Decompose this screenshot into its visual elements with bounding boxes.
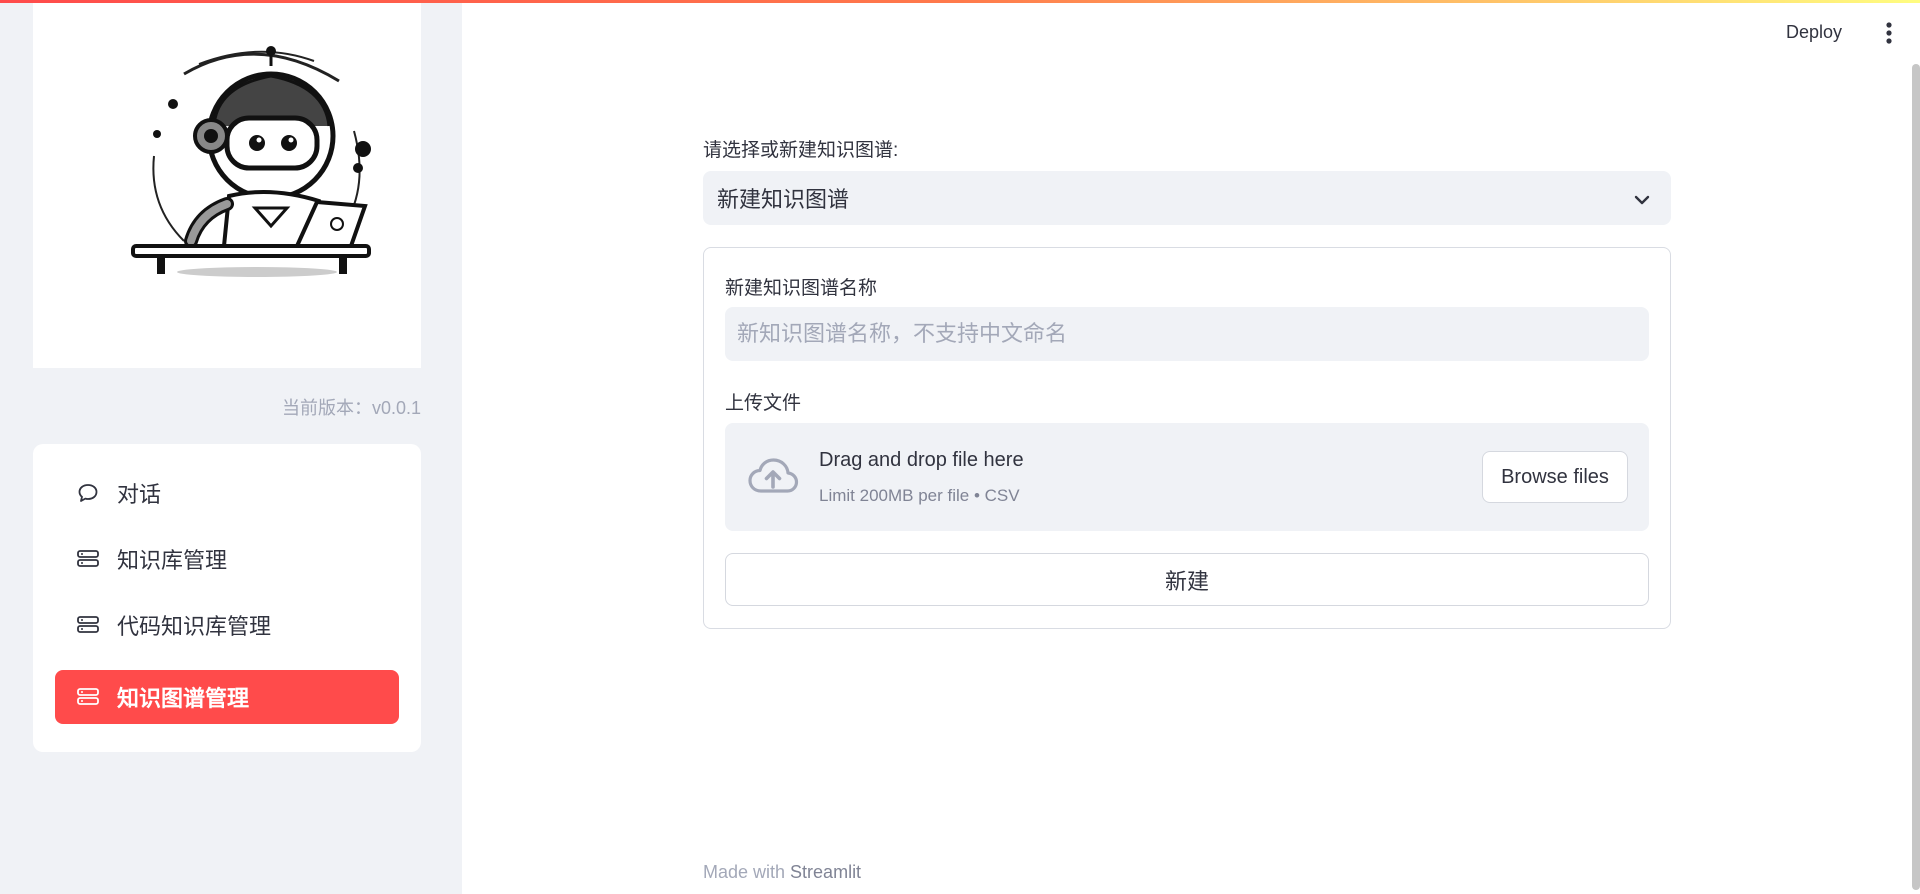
sidebar-item-chat[interactable]: 对话 xyxy=(55,466,399,520)
create-button[interactable]: 新建 xyxy=(725,553,1649,606)
database-icon xyxy=(75,684,101,710)
sidebar-item-label: 对话 xyxy=(117,482,162,507)
select-label: 请选择或新建知识图谱: xyxy=(703,140,899,161)
top-decoration-bar xyxy=(0,0,1920,3)
file-dropzone[interactable]: Drag and drop file here Limit 200MB per … xyxy=(725,423,1649,531)
chevron-down-icon xyxy=(1633,189,1651,215)
footer: Made with Streamlit xyxy=(703,862,861,883)
graph-name-input[interactable] xyxy=(725,307,1649,361)
footer-prefix: Made with xyxy=(703,862,791,882)
name-field-label: 新建知识图谱名称 xyxy=(725,278,878,299)
kebab-menu-icon[interactable] xyxy=(1880,20,1898,46)
scrollbar[interactable] xyxy=(1912,64,1920,890)
robot-logo xyxy=(131,46,371,277)
sidebar-item-label: 知识库管理 xyxy=(117,548,228,573)
deploy-button[interactable]: Deploy xyxy=(1780,18,1848,47)
version-text: 当前版本：v0.0.1 xyxy=(281,398,421,418)
chat-bubble-icon xyxy=(75,480,101,506)
database-icon xyxy=(75,546,101,572)
upload-label: 上传文件 xyxy=(725,393,802,414)
dropzone-subtitle: Limit 200MB per file • CSV xyxy=(819,486,1020,505)
knowledge-graph-select[interactable]: 新建知识图谱 xyxy=(703,171,1671,225)
sidebar-item-code-knowledge-base[interactable]: 代码知识库管理 xyxy=(55,598,399,652)
dropzone-title: Drag and drop file here xyxy=(819,449,1024,471)
new-graph-form: 新建知识图谱名称 上传文件 Drag and drop file here Li… xyxy=(703,247,1671,629)
browse-files-button[interactable]: Browse files xyxy=(1482,451,1628,503)
sidebar-item-label: 知识图谱管理 xyxy=(117,686,250,711)
cloud-upload-icon xyxy=(747,457,799,502)
database-icon xyxy=(75,612,101,638)
sidebar: 当前版本：v0.0.1 对话 知识库管理 代码知识库管理 知识图谱管理 xyxy=(0,0,462,894)
sidebar-item-knowledge-base[interactable]: 知识库管理 xyxy=(55,532,399,586)
select-value: 新建知识图谱 xyxy=(717,187,850,212)
streamlit-link[interactable]: Streamlit xyxy=(790,862,861,882)
sidebar-nav: 对话 知识库管理 代码知识库管理 知识图谱管理 xyxy=(33,444,421,752)
sidebar-item-knowledge-graph[interactable]: 知识图谱管理 xyxy=(55,670,399,724)
sidebar-item-label: 代码知识库管理 xyxy=(117,614,272,639)
logo-card xyxy=(33,0,421,368)
